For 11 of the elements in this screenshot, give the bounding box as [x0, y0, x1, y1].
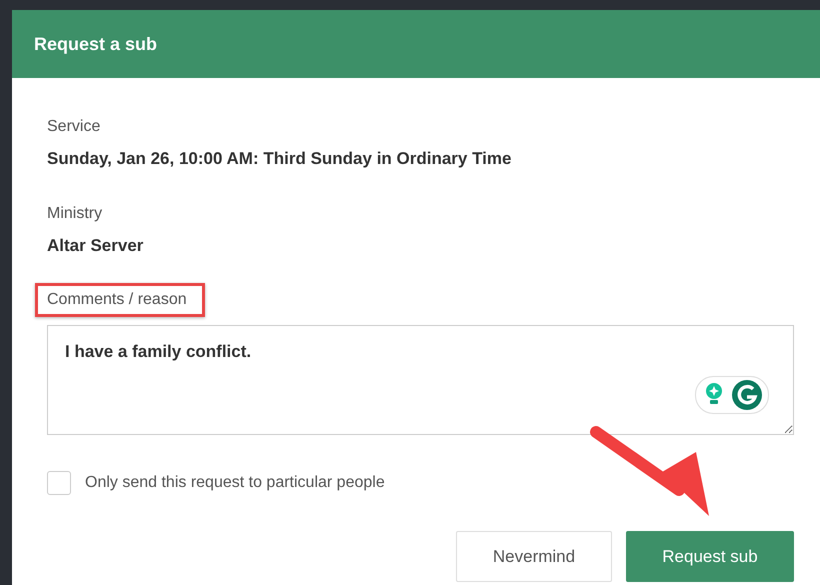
cancel-button[interactable]: Nevermind: [456, 531, 612, 582]
request-button[interactable]: Request sub: [626, 531, 794, 582]
writing-assistant-icon[interactable]: [695, 376, 769, 414]
field-value: Altar Server: [47, 236, 144, 256]
checkbox[interactable]: [47, 471, 71, 495]
dialog-title: Request a sub: [34, 34, 158, 54]
field-label: Service: [47, 117, 100, 137]
field-label: Ministry: [47, 204, 102, 224]
field-value: Sunday, Jan 26, 10:00 AM: Third Sunday in Ordinary Time: [47, 149, 512, 169]
checkbox-label[interactable]: Only send this request to particular people: [85, 474, 385, 492]
comments-label: Comments / reason: [35, 283, 205, 317]
